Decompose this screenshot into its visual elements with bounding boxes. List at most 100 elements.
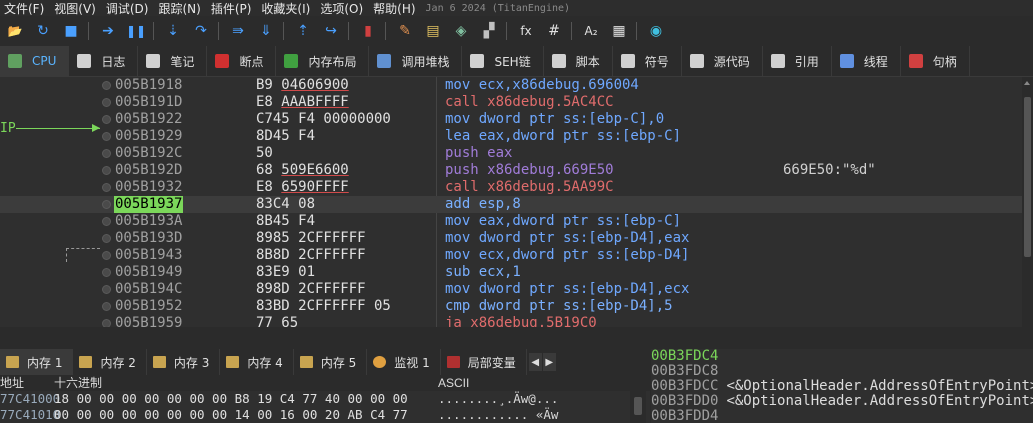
tab-scroll-right-icon[interactable]: ▶	[542, 353, 556, 371]
patch-icon[interactable]: ✎	[394, 20, 416, 42]
breakpoint-dot-icon[interactable]	[102, 217, 111, 226]
tab-breakpoint[interactable]: 断点	[207, 46, 277, 76]
trace-into-icon[interactable]: ⇛	[227, 20, 249, 42]
labels-icon[interactable]: ◈	[450, 20, 472, 42]
tab-symbols[interactable]: 符号	[613, 46, 682, 76]
disasm-row[interactable]: 005B193A 8B45 F4 mov eax,dword ptr ss:[ebp…	[0, 213, 1022, 230]
disasm-row[interactable]: 005B1952 83BD 2CFFFFFF 05 cmp dword ptr ss…	[0, 298, 1022, 315]
hash-icon[interactable]: #	[543, 20, 565, 42]
stack-row[interactable]: 00B3FDC8	[651, 364, 1033, 379]
globe-icon[interactable]: ◉	[645, 20, 667, 42]
dump-tab-6[interactable]: 监视 1	[367, 349, 441, 375]
tab-scroll-left-icon[interactable]: ◀	[528, 353, 542, 371]
scroll-up-icon[interactable]	[1024, 81, 1030, 85]
breakpoint-dot-icon[interactable]	[102, 98, 111, 107]
menu-item[interactable]: 插件(P)	[207, 0, 258, 16]
disasm-row[interactable]: 005B193D 8985 2CFFFFFF mov dword ptr ss:[e…	[0, 230, 1022, 247]
stack-row[interactable]: 00B3FDD0 <&OptionalHeader.AddressOfEntryP…	[651, 394, 1033, 409]
tab-threads[interactable]: 线程	[832, 46, 901, 76]
disasm-row[interactable]: 005B1922 C745 F4 00000000 mov dword ptr ss…	[0, 111, 1022, 128]
menu-item[interactable]: 跟踪(N)	[154, 0, 206, 16]
dump-tab-2[interactable]: 内存 2	[73, 349, 147, 375]
font-icon[interactable]: A₂	[580, 20, 602, 42]
menu-item[interactable]: 收藏夹(I)	[257, 0, 316, 16]
panel-divider[interactable]	[0, 327, 1033, 349]
stack-view[interactable]: 00B3FDC4 00B3FDC8 00B3FDCC <&OptionalHeader…	[651, 349, 1033, 423]
dump-scrollbar[interactable]	[630, 375, 646, 423]
disasm-row[interactable]: 005B1932 E8 6590FFFF call x86debug.5AA99C	[0, 179, 1022, 196]
disasm-row[interactable]: 005B1918 B9 04606900 mov ecx,x86debug.6960…	[0, 77, 1022, 94]
trace-over-icon[interactable]: ⇓	[255, 20, 277, 42]
disassembly-scrollbar[interactable]	[1022, 77, 1033, 327]
menu-item[interactable]: 选项(O)	[316, 0, 369, 16]
tab-references[interactable]: 引用	[763, 46, 832, 76]
dump-header-hex[interactable]: 十六进制	[54, 375, 102, 391]
disasm-row[interactable]: 005B192D 68 509E6600 push x86debug.669E50 6…	[0, 162, 1022, 179]
bookmarks-icon[interactable]: ▞	[478, 20, 500, 42]
breakpoint-dot-icon[interactable]	[102, 251, 111, 260]
breakpoint-dot-icon[interactable]	[102, 183, 111, 192]
breakpoint-dot-icon[interactable]	[102, 200, 111, 209]
memory-dump-view[interactable]: 地址 十六进制 ASCII 77C41000 18 00 00 00 00 00 …	[0, 375, 650, 423]
dump-row[interactable]: 77C41010 00 00 00 00 00 00 00 00 14 00 16…	[0, 407, 650, 423]
pause-icon[interactable]: ❚❚	[125, 20, 147, 42]
scroll-thumb[interactable]	[1024, 97, 1031, 257]
breakpoint-dot-icon[interactable]	[102, 81, 111, 90]
dump-row[interactable]: 77C41000 18 00 00 00 00 00 00 00 B8 19 C4…	[0, 391, 650, 407]
menu-item[interactable]: 帮助(H)	[369, 0, 421, 16]
tab-memory-map[interactable]: 内存布局	[276, 46, 370, 76]
comments-icon[interactable]: ▤	[422, 20, 444, 42]
dump-header-ascii[interactable]: ASCII	[438, 375, 469, 391]
tab-notes[interactable]: 笔记	[138, 46, 208, 76]
disasm-row[interactable]: 005B1937 83C4 08 add esp,8	[0, 196, 1022, 213]
dump-header-address[interactable]: 地址	[0, 375, 24, 391]
run-to-user-code-icon[interactable]: ↪	[320, 20, 342, 42]
step-over-icon[interactable]: ↷	[190, 20, 212, 42]
dump-tab-7[interactable]: 局部变量	[441, 349, 527, 375]
execute-till-return-icon[interactable]: ⇡	[292, 20, 314, 42]
step-into-icon[interactable]: ⇣	[162, 20, 184, 42]
tab-cpu[interactable]: CPU	[0, 46, 70, 76]
stop-icon[interactable]: ■	[60, 20, 82, 42]
disasm-row[interactable]: 005B1929 8D45 F4 lea eax,dword ptr ss:[ebp…	[0, 128, 1022, 145]
disasm-row[interactable]: 005B194C 898D 2CFFFFFF mov dword ptr ss:[e…	[0, 281, 1022, 298]
disassembly-view[interactable]: 005B1918 B9 04606900 mov ecx,x86debug.6960…	[0, 77, 1022, 327]
scylla-icon[interactable]: ▮	[357, 20, 379, 42]
calculator-icon[interactable]: ▦	[608, 20, 630, 42]
tab-script[interactable]: 脚本	[544, 46, 613, 76]
dump-tab-4[interactable]: 内存 4	[220, 349, 294, 375]
tab-handles[interactable]: 句柄	[901, 46, 970, 76]
menu-item[interactable]: 调试(D)	[102, 0, 155, 16]
tab-seh[interactable]: SEH链	[462, 46, 544, 76]
tab-source[interactable]: 源代码	[682, 46, 763, 76]
disasm-row[interactable]: 005B192C 50 push eax	[0, 145, 1022, 162]
menu-item[interactable]: 视图(V)	[50, 0, 102, 16]
breakpoint-dot-icon[interactable]	[102, 115, 111, 124]
breakpoint-dot-icon[interactable]	[102, 319, 111, 327]
breakpoint-dot-icon[interactable]	[102, 132, 111, 141]
stack-row[interactable]: 00B3FDC4	[651, 349, 1033, 364]
tab-log[interactable]: 日志	[69, 46, 139, 76]
disasm-row[interactable]: 005B1959 77 65 ja x86debug.5B19C0	[0, 315, 1022, 327]
breakpoint-dot-icon[interactable]	[102, 234, 111, 243]
stack-row[interactable]: 00B3FDD4	[651, 409, 1033, 423]
disasm-row[interactable]: 005B1943 8B8D 2CFFFFFF mov ecx,dword ptr s…	[0, 247, 1022, 264]
open-icon[interactable]: 📂	[4, 20, 26, 42]
breakpoint-dot-icon[interactable]	[102, 268, 111, 277]
menu-item[interactable]: 文件(F)	[0, 0, 50, 16]
disasm-row[interactable]: 005B191D E8 AAABFFFF call x86debug.5AC4CC	[0, 94, 1022, 111]
run-icon[interactable]: ➔	[97, 20, 119, 42]
breakpoint-dot-icon[interactable]	[102, 302, 111, 311]
function-icon[interactable]: fx	[515, 20, 537, 42]
breakpoint-dot-icon[interactable]	[102, 166, 111, 175]
stack-row[interactable]: 00B3FDCC <&OptionalHeader.AddressOfEntryP…	[651, 379, 1033, 394]
breakpoint-dot-icon[interactable]	[102, 285, 111, 294]
dump-scroll-thumb[interactable]	[634, 397, 642, 415]
dump-tab-1[interactable]: 内存 1	[0, 349, 74, 375]
dump-tab-5[interactable]: 内存 5	[294, 349, 368, 375]
disasm-row[interactable]: 005B1949 83E9 01 sub ecx,1	[0, 264, 1022, 281]
breakpoint-dot-icon[interactable]	[102, 149, 111, 158]
restart-icon[interactable]: ↻	[32, 20, 54, 42]
tab-call-stack[interactable]: 调用堆栈	[369, 46, 463, 76]
dump-tab-3[interactable]: 内存 3	[147, 349, 221, 375]
